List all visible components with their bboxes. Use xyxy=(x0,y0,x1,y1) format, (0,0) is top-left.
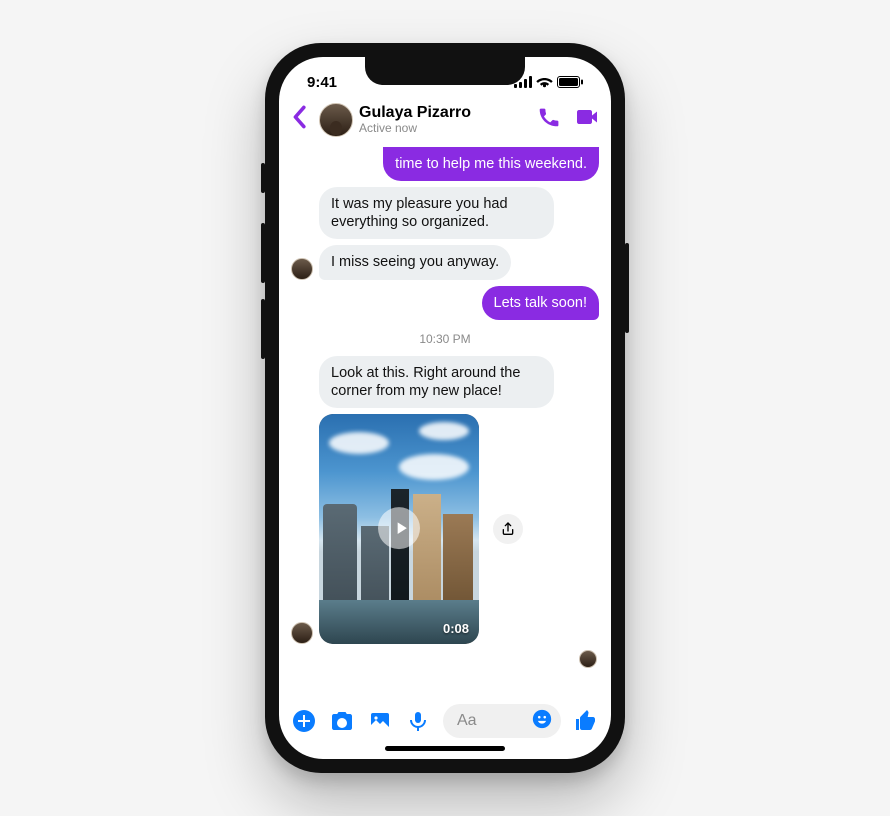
message-in-row: Look at this. Right around the corner fr… xyxy=(291,356,599,408)
volume-up-button xyxy=(261,223,265,283)
video-message-row: 0:08 xyxy=(291,414,599,644)
message-out-partial: time to help me this weekend. xyxy=(291,147,599,181)
microphone-button[interactable] xyxy=(405,708,431,734)
input-placeholder: Aa xyxy=(457,712,477,730)
message-input[interactable]: Aa xyxy=(443,704,561,738)
video-duration: 0:08 xyxy=(443,621,469,636)
phone-frame: 9:41 xyxy=(265,43,625,773)
back-button[interactable] xyxy=(285,101,313,138)
video-attachment[interactable]: 0:08 xyxy=(319,414,479,644)
play-icon[interactable] xyxy=(378,507,420,549)
power-button xyxy=(625,243,629,333)
contact-block[interactable]: Gulaya Pizarro Active now xyxy=(359,104,531,135)
video-call-button[interactable] xyxy=(575,105,599,134)
message-bubble[interactable]: time to help me this weekend. xyxy=(383,147,599,181)
status-indicators xyxy=(514,76,583,88)
avatar[interactable] xyxy=(319,103,353,137)
home-indicator xyxy=(385,746,505,751)
share-icon xyxy=(500,521,516,537)
message-bubble[interactable]: Lets talk soon! xyxy=(482,286,600,320)
volume-down-button xyxy=(261,299,265,359)
share-button[interactable] xyxy=(493,514,523,544)
message-in-row: It was my pleasure you had everything so… xyxy=(291,187,599,239)
message-bubble[interactable]: Look at this. Right around the corner fr… xyxy=(319,356,554,408)
conversation[interactable]: time to help me this weekend. It was my … xyxy=(279,143,611,696)
message-in-row: I miss seeing you anyway. xyxy=(291,245,599,279)
message-bubble[interactable]: It was my pleasure you had everything so… xyxy=(319,187,554,239)
thumbs-up-button[interactable] xyxy=(573,708,599,734)
emoji-button[interactable] xyxy=(531,708,553,735)
battery-icon xyxy=(557,76,583,88)
presence-label: Active now xyxy=(359,122,531,135)
gallery-button[interactable] xyxy=(367,708,393,734)
wifi-icon xyxy=(536,76,553,88)
screen: 9:41 xyxy=(279,57,611,759)
status-time: 9:41 xyxy=(307,74,337,91)
seen-indicator-row xyxy=(291,650,599,668)
chat-header: Gulaya Pizarro Active now xyxy=(279,97,611,143)
sender-avatar-icon xyxy=(291,258,313,280)
message-bubble[interactable]: I miss seeing you anyway. xyxy=(319,245,511,279)
audio-call-button[interactable] xyxy=(537,105,561,134)
mute-switch xyxy=(261,163,265,193)
composer: Aa xyxy=(279,696,611,744)
open-actions-button[interactable] xyxy=(291,708,317,734)
message-out-row: Lets talk soon! xyxy=(291,286,599,320)
sender-avatar-icon xyxy=(291,622,313,644)
notch xyxy=(365,57,525,85)
contact-name: Gulaya Pizarro xyxy=(359,104,531,122)
timestamp: 10:30 PM xyxy=(291,332,599,346)
seen-avatar-icon xyxy=(579,650,597,668)
camera-button[interactable] xyxy=(329,708,355,734)
video-thumbnail: 0:08 xyxy=(319,414,479,644)
